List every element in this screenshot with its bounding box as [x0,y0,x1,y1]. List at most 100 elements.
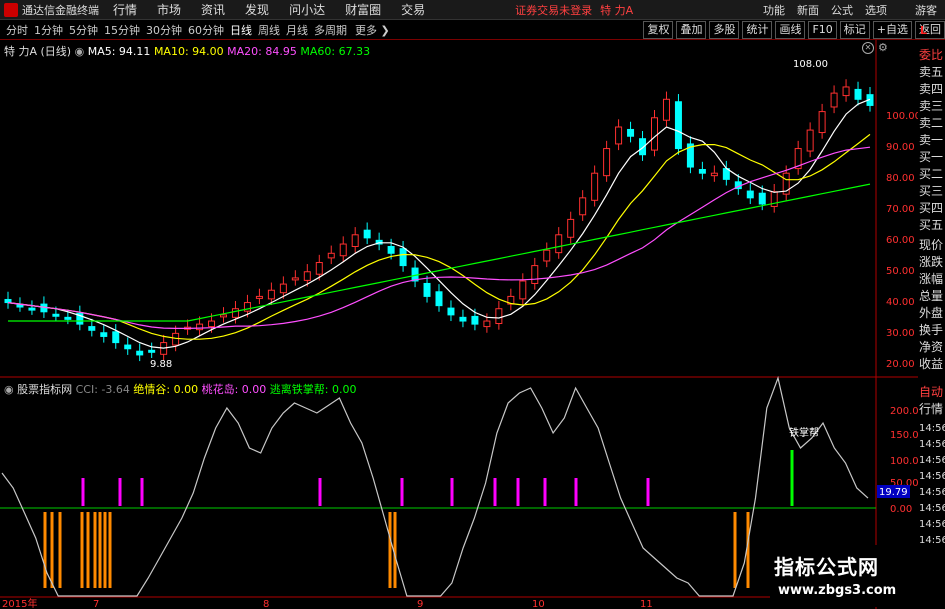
price-tick: 80.00 [886,173,915,184]
candle [136,350,144,356]
candle [112,331,120,344]
candle [220,314,227,318]
candle [52,313,60,317]
time-axis: 2015年 7 8 9 10 11 [2,597,653,609]
menu-item-wenxiaoda[interactable]: 问小达 [289,1,325,18]
quote-sidebar: 委比 卖五 卖四 卖三 卖二 卖一 买一 买二 买三 买四 买五 现价 涨跌 涨… [918,40,945,609]
watermark-line1: 指标公式网 [774,555,879,579]
price-tick: 100.00 [886,111,918,122]
candle [267,289,275,300]
menu-item-gongneng[interactable]: 功能 [763,2,785,18]
candle [651,117,658,151]
tool-buttons: 复权 叠加 多股 统计 画线 F10 标记 +自选 返回 [640,20,945,40]
tool-tongji-button[interactable]: 统计 [742,21,773,39]
signal-bar [574,478,578,506]
side-label: 卖三 [919,99,944,113]
tool-duogu-button[interactable]: 多股 [709,21,740,39]
right-menu: 功能 新面 公式 选项 游客 [751,0,945,20]
menu-item-xuanxiang[interactable]: 选项 [865,2,887,18]
price-tick: 70.00 [886,204,915,215]
side-label: 现价 [919,238,944,252]
side-time: 14:56 [919,503,945,514]
candle [447,307,455,316]
period-weekly[interactable]: 周线 [258,22,280,38]
signal-bar [516,478,520,506]
candle [327,252,335,259]
tool-zixuan-button[interactable]: +自选 [872,21,912,39]
candle [746,190,754,199]
period-fenshi[interactable]: 分时 [6,22,28,38]
period-1min[interactable]: 1分钟 [34,22,63,38]
candle [758,192,766,205]
tool-biaoji-button[interactable]: 标记 [839,21,870,39]
candle [854,88,862,100]
menu-item-gongshi[interactable]: 公式 [831,2,853,18]
period-daily[interactable]: 日线 [230,22,252,38]
candle [830,92,838,108]
period-60min[interactable]: 60分钟 [188,22,224,38]
signal-bar [493,478,497,506]
menu-item-caifuquan[interactable]: 财富圈 [345,1,381,18]
tool-huaxian-button[interactable]: 画线 [775,21,806,39]
side-time: 14:56 [919,471,945,482]
time-month: 10 [532,599,545,609]
candle [842,86,850,97]
menu-item-zixun[interactable]: 资讯 [201,1,225,18]
period-30min[interactable]: 30分钟 [146,22,182,38]
candle [603,148,611,177]
side-panel-toggle[interactable]: L [920,24,927,37]
candle [495,308,503,325]
login-status[interactable]: 证券交易未登录 [515,2,592,18]
period-15min[interactable]: 15分钟 [104,22,140,38]
candle [459,316,467,322]
candle [28,307,36,311]
price-axis: 100.00 90.00 80.00 70.00 60.00 50.00 40.… [886,111,918,370]
candle [208,320,216,328]
tool-fuquan-button[interactable]: 复权 [643,21,674,39]
chart-area[interactable]: 100.00 90.00 80.00 70.00 60.00 50.00 40.… [0,40,918,609]
side-label: 买一 [919,150,944,164]
signal-bar [93,512,97,588]
signal-bar [733,512,737,588]
side-time: 14:56 [919,455,945,466]
ind-tick: 0.00 [890,504,912,515]
side-label: 买三 [919,184,944,198]
tool-f10-button[interactable]: F10 [808,21,837,39]
period-more[interactable]: 更多 ❯ [355,22,390,38]
signal-bar [450,478,454,506]
candle [196,323,204,331]
signal-bar [98,512,102,588]
menu-item-faxian[interactable]: 发现 [245,1,269,18]
candle [555,234,563,254]
menu-item-xinmian[interactable]: 新面 [797,2,819,18]
candle [4,298,12,304]
candle [818,111,826,134]
side-label[interactable]: 行情 [919,402,945,416]
side-label: 卖五 [919,65,944,79]
tool-diejia-button[interactable]: 叠加 [676,21,707,39]
candle [124,344,132,350]
side-label[interactable]: 自动 [919,385,945,399]
candle [351,234,359,248]
period-5min[interactable]: 5分钟 [69,22,98,38]
ind-value-box-label: 19.79 [879,487,908,498]
candle [627,128,635,137]
high-marker: 108.00 [793,59,828,70]
candle [64,316,72,320]
side-label: 收益 [919,357,944,371]
candle [100,332,108,337]
ind-tick: 200.00 [890,406,918,417]
menu-item-hangqing[interactable]: 行情 [113,1,137,18]
period-multi[interactable]: 多周期 [314,22,347,38]
signal-bar [86,512,90,588]
candle [483,320,491,328]
menu-item-jiaoyi[interactable]: 交易 [401,1,425,18]
menu-item-shichang[interactable]: 市场 [157,1,181,18]
side-label: 总量 [919,289,944,303]
signal-bar [318,478,322,506]
candle [423,282,431,297]
period-monthly[interactable]: 月线 [286,22,308,38]
candle [662,98,670,121]
side-time: 14:56 [919,439,945,450]
guest-user[interactable]: 游客 [915,2,937,18]
